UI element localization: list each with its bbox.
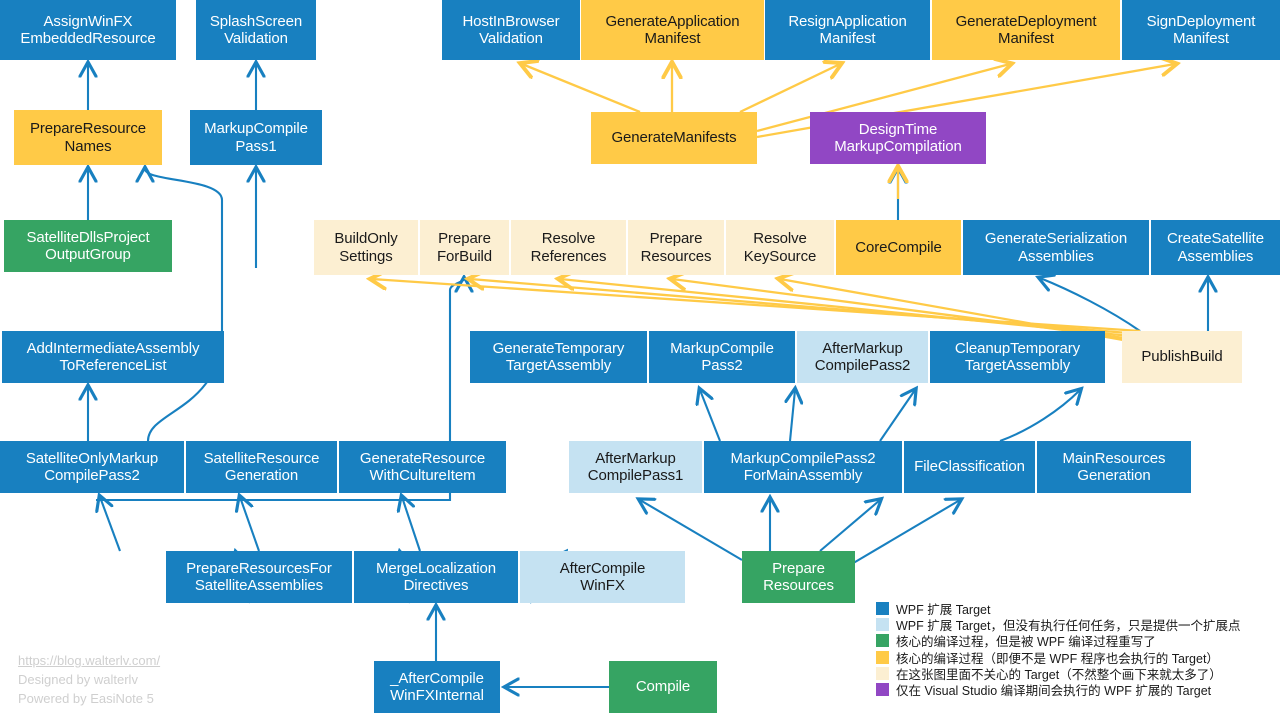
designer-line: Designed by walterlv xyxy=(18,671,138,687)
node-SplashScreenValidation[interactable]: SplashScreen Validation xyxy=(196,0,316,60)
node-ResolveReferences[interactable]: Resolve References xyxy=(511,220,626,275)
legend-swatch-purple xyxy=(876,683,889,697)
node-BuildOnlySettings[interactable]: BuildOnly Settings xyxy=(314,220,418,275)
legend-item: WPF 扩展 Target xyxy=(876,600,1240,617)
node-AfterMarkupCompilePass1[interactable]: AfterMarkup CompilePass1 xyxy=(569,441,702,493)
legend-swatch-blue xyxy=(876,601,889,615)
node-AfterCompileWinFX[interactable]: AfterCompile WinFX xyxy=(520,551,685,603)
node-SatelliteResourceGeneration[interactable]: SatelliteResource Generation xyxy=(186,441,337,493)
node-PrepareResourcesBottom[interactable]: Prepare Resources xyxy=(742,551,855,603)
legend-item: 在这张图里面不关心的 Target（不然整个画下来就太多了） xyxy=(876,665,1240,682)
node-CreateSatelliteAssemblies[interactable]: CreateSatellite Assemblies xyxy=(1151,220,1280,275)
node-ResignApplicationManifest[interactable]: ResignApplication Manifest xyxy=(765,0,930,60)
tool-line: Powered by EasiNote 5 xyxy=(18,690,154,706)
node-Compile[interactable]: Compile xyxy=(609,661,717,713)
node-GenerateResourceWithCultureItem[interactable]: GenerateResource WithCultureItem xyxy=(339,441,506,493)
legend-item: 核心的编译过程（即便不是 WPF 程序也会执行的 Target） xyxy=(876,649,1240,666)
node-MarkupCompilePass2ForMainAssembly[interactable]: MarkupCompilePass2 ForMainAssembly xyxy=(704,441,902,493)
node-GenerateTemporaryTargetAssembly[interactable]: GenerateTemporary TargetAssembly xyxy=(470,331,647,383)
legend-swatch-yellow xyxy=(876,650,889,664)
node-PrepareResourcesTop[interactable]: Prepare Resources xyxy=(628,220,724,275)
legend-swatch-cream xyxy=(876,666,889,680)
node-SatelliteDllsProjectOutputGroup[interactable]: SatelliteDllsProject OutputGroup xyxy=(4,220,172,272)
node-MarkupCompilePass1[interactable]: MarkupCompile Pass1 xyxy=(190,110,322,165)
node-DesignTimeMarkupCompilation[interactable]: DesignTime MarkupCompilation xyxy=(810,112,986,164)
legend-swatch-green xyxy=(876,634,889,648)
node-HostInBrowserValidation[interactable]: HostInBrowser Validation xyxy=(442,0,580,60)
legend: WPF 扩展 Target WPF 扩展 Target，但没有执行任何任务，只是… xyxy=(876,600,1240,698)
node-MergeLocalizationDirectives[interactable]: MergeLocalization Directives xyxy=(354,551,518,603)
credits: https://blog.walterlv.com/ Designed by w… xyxy=(18,652,160,709)
legend-swatch-light-blue xyxy=(876,617,889,631)
node-AfterMarkupCompilePass2[interactable]: AfterMarkup CompilePass2 xyxy=(797,331,928,383)
diagram-canvas: WPF 扩展 Target WPF 扩展 Target，但没有执行任何任务，只是… xyxy=(0,0,1280,720)
node-GenerateDeploymentManifest[interactable]: GenerateDeployment Manifest xyxy=(932,0,1120,60)
node-SatelliteOnlyMarkupCompilePass2[interactable]: SatelliteOnlyMarkup CompilePass2 xyxy=(0,441,184,493)
node-PrepareResourceNames[interactable]: PrepareResource Names xyxy=(14,110,162,165)
node-AssignWinFXEmbeddedResource[interactable]: AssignWinFX EmbeddedResource xyxy=(0,0,176,60)
node-CoreCompile[interactable]: CoreCompile xyxy=(836,220,961,275)
node-CleanupTemporaryTargetAssembly[interactable]: CleanupTemporary TargetAssembly xyxy=(930,331,1105,383)
node-MainResourcesGeneration[interactable]: MainResources Generation xyxy=(1037,441,1191,493)
node-GenerateSerializationAssemblies[interactable]: GenerateSerialization Assemblies xyxy=(963,220,1149,275)
node-GenerateManifests[interactable]: GenerateManifests xyxy=(591,112,757,164)
legend-item: 核心的编译过程，但是被 WPF 编译过程重写了 xyxy=(876,633,1240,649)
node-GenerateApplicationManifest[interactable]: GenerateApplication Manifest xyxy=(581,0,764,60)
node-AddIntermediateAssemblyToReferenceList[interactable]: AddIntermediateAssembly ToReferenceList xyxy=(2,331,224,383)
node-PrepareResourcesForSatelliteAssemblies[interactable]: PrepareResourcesFor SatelliteAssemblies xyxy=(166,551,352,603)
blog-url[interactable]: https://blog.walterlv.com/ xyxy=(18,652,160,671)
legend-item: 仅在 Visual Studio 编译期间会执行的 WPF 扩展的 Target xyxy=(876,681,1240,699)
node-ResolveKeySource[interactable]: Resolve KeySource xyxy=(726,220,834,275)
node-_AfterCompileWinFXInternal[interactable]: _AfterCompile WinFXInternal xyxy=(374,661,500,713)
node-PrepareForBuild[interactable]: Prepare ForBuild xyxy=(420,220,509,275)
node-SignDeploymentManifest[interactable]: SignDeployment Manifest xyxy=(1122,0,1280,60)
node-FileClassification[interactable]: FileClassification xyxy=(904,441,1035,493)
legend-item: WPF 扩展 Target，但没有执行任何任务，只是提供一个扩展点 xyxy=(876,616,1240,633)
yellow-edges xyxy=(372,64,1175,345)
legend-label: 仅在 Visual Studio 编译期间会执行的 WPF 扩展的 Target xyxy=(896,684,1212,699)
node-PublishBuild[interactable]: PublishBuild xyxy=(1122,331,1242,383)
node-MarkupCompilePass2[interactable]: MarkupCompile Pass2 xyxy=(649,331,795,383)
